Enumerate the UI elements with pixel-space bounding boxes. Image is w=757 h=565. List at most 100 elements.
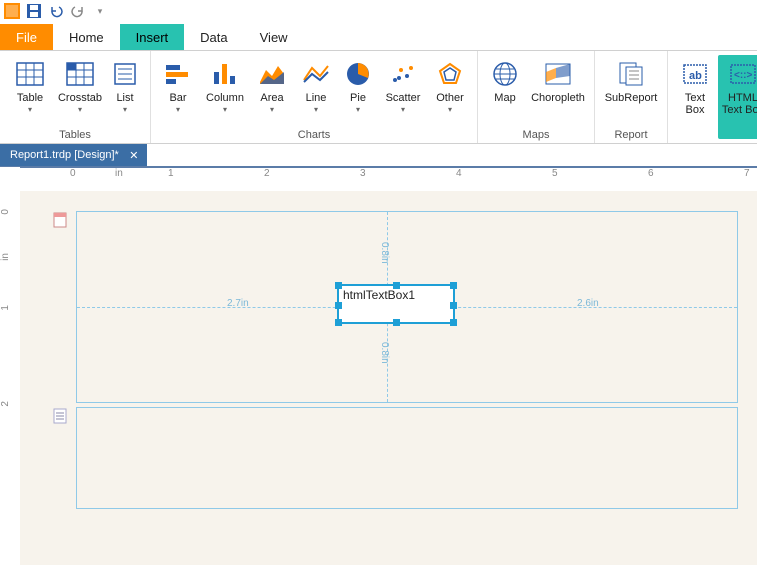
resize-handle[interactable] [450, 319, 457, 326]
ruler-tick: 2 [0, 401, 11, 407]
resize-handle[interactable] [450, 282, 457, 289]
ruler-tick: 7 [744, 168, 750, 179]
tab-home[interactable]: Home [53, 24, 120, 50]
quick-access-toolbar: ▾ [0, 0, 757, 22]
bar-button[interactable]: Bar▾ [157, 55, 199, 127]
list-icon [109, 58, 141, 90]
tab-view[interactable]: View [244, 24, 304, 50]
crosstab-icon [64, 58, 96, 90]
guide-label-bottom: 0.8in [379, 342, 390, 364]
ruler-tick: 3 [360, 168, 366, 179]
column-chart-icon [209, 58, 241, 90]
list-button[interactable]: List▾ [106, 55, 144, 127]
header-section[interactable]: 2.7in 2.6in 0.8in 0.8in htmlTextBox1 [76, 211, 738, 403]
design-canvas[interactable]: 2.7in 2.6in 0.8in 0.8in htmlTextBox1 [20, 191, 757, 565]
tab-insert[interactable]: Insert [120, 24, 185, 50]
subreport-label: SubReport [605, 92, 658, 104]
html-textbox-element[interactable]: htmlTextBox1 [337, 284, 455, 324]
close-icon[interactable]: ✕ [127, 148, 141, 162]
table-icon [14, 58, 46, 90]
qat-dropdown-icon[interactable]: ▾ [92, 3, 108, 19]
guide-label-right: 2.6in [577, 298, 599, 309]
choropleth-button[interactable]: Choropleth [528, 55, 588, 127]
line-chart-icon [300, 58, 332, 90]
app-icon [4, 3, 20, 19]
resize-handle[interactable] [393, 282, 400, 289]
table-button[interactable]: Table▾ [6, 55, 54, 127]
choropleth-icon [542, 58, 574, 90]
group-maps-label: Maps [484, 127, 588, 141]
ruler-tick: 5 [552, 168, 558, 179]
html-textbox-label: HTML Text Box [722, 92, 757, 116]
dropdown-arrow-icon: ▾ [78, 105, 82, 114]
globe-icon [489, 58, 521, 90]
scatter-button[interactable]: Scatter▾ [379, 55, 427, 127]
resize-handle[interactable] [450, 302, 457, 309]
redo-icon[interactable] [70, 3, 86, 19]
pie-chart-icon [342, 58, 374, 90]
html-textbox-button[interactable]: <::>HTML Text Box [718, 55, 757, 139]
group-tables-label: Tables [6, 127, 144, 141]
undo-icon[interactable] [48, 3, 64, 19]
textbox-button[interactable]: ab Text Box [674, 55, 716, 139]
group-charts-label: Charts [157, 127, 471, 141]
horizontal-ruler[interactable]: 0 in 1 2 3 4 5 6 7 [20, 167, 757, 193]
resize-handle[interactable] [335, 319, 342, 326]
dropdown-arrow-icon: ▾ [270, 105, 274, 114]
document-tab-bar: Report1.trdp [Design]* ✕ [0, 144, 757, 167]
ruler-tick: 0 [0, 209, 11, 215]
dropdown-arrow-icon: ▾ [123, 105, 127, 114]
other-chart-icon [434, 58, 466, 90]
dropdown-arrow-icon: ▾ [314, 105, 318, 114]
bar-label: Bar [169, 92, 186, 104]
ribbon-tab-bar: File Home Insert Data View [0, 22, 757, 51]
group-report: SubReport Report [595, 51, 668, 143]
body-section[interactable] [76, 407, 738, 509]
group-text-label [674, 139, 757, 141]
svg-text:ab: ab [689, 70, 702, 82]
html-textbox-icon: <::> [727, 58, 757, 90]
ruler-tick: 4 [456, 168, 462, 179]
vertical-ruler[interactable]: 0 in 1 2 [0, 191, 21, 565]
column-label: Column [206, 92, 244, 104]
line-label: Line [306, 92, 327, 104]
ruler-tick: 6 [648, 168, 654, 179]
crosstab-label: Crosstab [58, 92, 102, 104]
guide-label-top: 0.8in [379, 242, 390, 264]
tab-data[interactable]: Data [184, 24, 243, 50]
document-tab-title: Report1.trdp [Design]* [10, 149, 119, 161]
dropdown-arrow-icon: ▾ [401, 105, 405, 114]
resize-handle[interactable] [335, 282, 342, 289]
scatter-chart-icon [387, 58, 419, 90]
guide-label-left: 2.7in [227, 298, 249, 309]
resize-handle[interactable] [393, 319, 400, 326]
group-text: abText Box <::>HTML Text Box Pic [668, 51, 757, 143]
ruler-tick: 0 [70, 168, 76, 179]
crosstab-button[interactable]: Crosstab▾ [56, 55, 104, 127]
header-section-icon [53, 212, 69, 228]
subreport-icon [615, 58, 647, 90]
map-button[interactable]: Map [484, 55, 526, 127]
bar-chart-icon [162, 58, 194, 90]
line-button[interactable]: Line▾ [295, 55, 337, 127]
textbox-icon: ab [679, 58, 711, 90]
map-label: Map [494, 92, 515, 104]
other-chart-button[interactable]: Other▾ [429, 55, 471, 127]
ribbon: Table▾ Crosstab▾ List▾ Tables Bar▾ Colum… [0, 51, 757, 144]
area-button[interactable]: Area▾ [251, 55, 293, 127]
document-tab[interactable]: Report1.trdp [Design]* ✕ [0, 144, 147, 166]
textbox-label: Text Box [685, 92, 705, 116]
subreport-button[interactable]: SubReport [601, 55, 661, 127]
body-section-icon [53, 408, 69, 424]
column-button[interactable]: Column▾ [201, 55, 249, 127]
dropdown-arrow-icon: ▾ [356, 105, 360, 114]
pie-button[interactable]: Pie▾ [339, 55, 377, 127]
save-icon[interactable] [26, 3, 42, 19]
report-page: 2.7in 2.6in 0.8in 0.8in htmlTextBox1 [76, 211, 736, 511]
ruler-tick: 1 [168, 168, 174, 179]
svg-text:<::>: <::> [734, 70, 753, 81]
dropdown-arrow-icon: ▾ [176, 105, 180, 114]
dropdown-arrow-icon: ▾ [448, 105, 452, 114]
resize-handle[interactable] [335, 302, 342, 309]
tab-file[interactable]: File [0, 24, 53, 50]
